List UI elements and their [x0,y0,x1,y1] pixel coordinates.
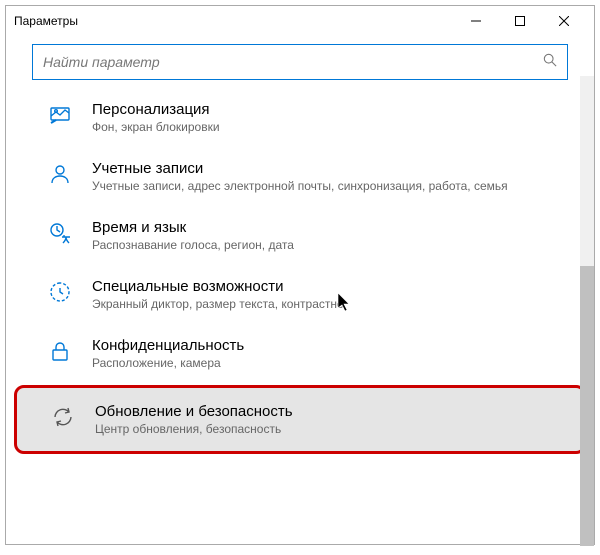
titlebar: Параметры [6,6,594,36]
category-text: Конфиденциальность Расположение, камера [92,337,586,370]
categories-list: Персонализация Фон, экран блокировки Уче… [6,84,594,542]
category-title: Время и язык [92,219,586,236]
category-time-language[interactable]: Время и язык Распознавание голоса, регио… [6,206,594,265]
settings-window: Параметры Персонализаци [5,5,595,545]
minimize-button[interactable] [454,6,498,36]
category-desc: Распознавание голоса, регион, дата [92,238,586,252]
category-title: Персонализация [92,101,586,118]
accounts-icon [46,160,74,188]
privacy-icon [46,337,74,365]
close-icon [559,16,569,26]
category-personalization[interactable]: Персонализация Фон, экран блокировки [6,88,594,147]
search-input[interactable] [43,54,543,70]
category-title: Специальные возможности [92,278,586,295]
category-desc: Фон, экран блокировки [92,120,586,134]
category-text: Обновление и безопасность Центр обновлен… [95,403,575,436]
close-button[interactable] [542,6,586,36]
category-text: Учетные записи Учетные записи, адрес эле… [92,160,586,193]
category-desc: Центр обновления, безопасность [95,422,575,436]
category-desc: Экранный диктор, размер текста, контраст… [92,297,586,311]
category-title: Конфиденциальность [92,337,586,354]
window-title: Параметры [14,14,454,28]
category-text: Специальные возможности Экранный диктор,… [92,278,586,311]
scrollbar-thumb[interactable] [580,266,594,546]
window-controls [454,6,586,36]
category-update-security[interactable]: Обновление и безопасность Центр обновлен… [14,385,586,454]
category-text: Время и язык Распознавание голоса, регио… [92,219,586,252]
category-text: Персонализация Фон, экран блокировки [92,101,586,134]
accessibility-icon [46,278,74,306]
update-security-icon [49,403,77,431]
personalization-icon [46,101,74,129]
category-title: Учетные записи [92,160,586,177]
category-title: Обновление и безопасность [95,403,575,420]
category-accessibility[interactable]: Специальные возможности Экранный диктор,… [6,265,594,324]
search-icon [543,53,557,72]
search-box[interactable] [32,44,568,80]
minimize-icon [471,16,481,26]
search-container [6,36,594,84]
maximize-button[interactable] [498,6,542,36]
time-language-icon [46,219,74,247]
category-desc: Расположение, камера [92,356,586,370]
category-accounts[interactable]: Учетные записи Учетные записи, адрес эле… [6,147,594,206]
category-desc: Учетные записи, адрес электронной почты,… [92,179,586,193]
category-privacy[interactable]: Конфиденциальность Расположение, камера [6,324,594,383]
maximize-icon [515,16,525,26]
scrollbar-track[interactable] [580,76,594,544]
